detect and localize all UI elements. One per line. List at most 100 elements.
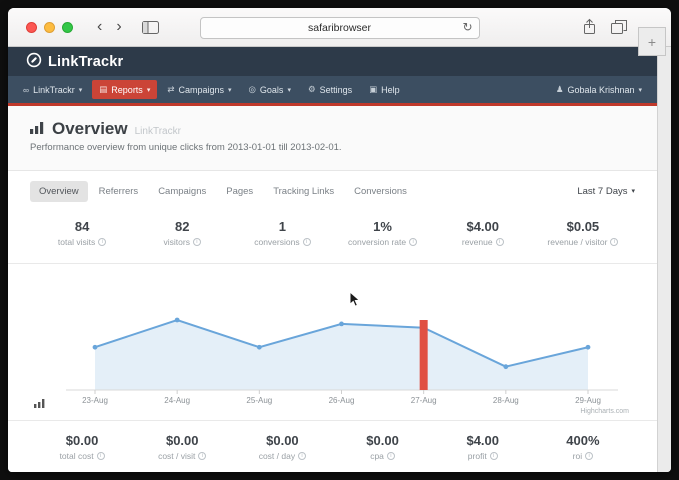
screenshot-frame: ‹ › safaribrowser ↻ + [0,0,679,480]
info-icon[interactable]: i [98,238,106,246]
window-controls [26,22,73,33]
stat-value: $0.00 [132,433,232,448]
date-range-label: Last 7 Days [577,186,627,197]
info-icon[interactable]: i [97,452,105,460]
nav-item-linktrackr[interactable]: ∞ LinkTrackr ▾ [16,81,89,99]
sidebar-toggle-icon[interactable] [142,21,159,34]
chevron-down-icon: ▾ [638,86,642,94]
close-window-button[interactable] [26,22,37,33]
stat-value: 82 [132,219,232,234]
stat-label: cost / day [259,451,295,461]
stat-label: roi [573,451,582,461]
stat-total-visits: 84 total visitsi [32,219,132,263]
stat-label: revenue / visitor [547,237,607,247]
stat-value: 1% [332,219,432,234]
x-axis-label: 26-Aug [329,396,355,405]
x-axis-label: 25-Aug [246,396,272,405]
stat-label: profit [468,451,487,461]
url-text: safaribrowser [308,22,371,34]
brand-text: LinkTrackr [48,54,123,70]
main-nav: ∞ LinkTrackr ▾ ▤ Reports ▾ ⇄ Campaigns ▾ [8,76,657,103]
tab-pages[interactable]: Pages [217,181,262,202]
nav-item-goals[interactable]: ◎ Goals ▾ [242,80,298,99]
back-button[interactable]: ‹ [97,19,102,35]
stat-value: $0.00 [232,433,332,448]
linktrackr-logo-icon [26,52,42,72]
campaigns-icon: ⇄ [167,84,174,95]
stat-value: 1 [232,219,332,234]
info-icon[interactable]: i [387,452,395,460]
browser-toolbar: ‹ › safaribrowser ↻ + [8,8,671,47]
stat-roi: 400% roii [533,433,633,472]
info-icon[interactable]: i [409,238,417,246]
tab-tracking-links[interactable]: Tracking Links [264,181,343,202]
stat-revenue-visitor: $0.05 revenue / visitori [533,219,633,263]
brand[interactable]: LinkTrackr [26,52,123,72]
page-title-suffix: LinkTrackr [135,126,181,137]
tab-conversions[interactable]: Conversions [345,181,416,202]
info-icon[interactable]: i [298,452,306,460]
stat-value: $0.05 [533,219,633,234]
chart-point [175,318,180,323]
web-page: LinkTrackr ∞ LinkTrackr ▾ ▤ Reports ▾ [8,47,657,472]
tab-overview[interactable]: Overview [30,181,88,202]
stat-value: 84 [32,219,132,234]
stat-total-cost: $0.00 total costi [32,433,132,472]
x-axis-label: 28-Aug [493,396,519,405]
nav-item-campaigns[interactable]: ⇄ Campaigns ▾ [160,80,238,99]
tab-campaigns[interactable]: Campaigns [149,181,215,202]
info-icon[interactable]: i [193,238,201,246]
browser-window: ‹ › safaribrowser ↻ + [8,8,671,472]
stat-value: $4.00 [433,219,533,234]
info-icon[interactable]: i [303,238,311,246]
mouse-cursor [349,291,361,313]
nav-label: Goals [260,85,284,95]
chart-menu-icon[interactable] [34,395,45,413]
stat-value: 400% [533,433,633,448]
page-title: Overview [52,119,128,139]
chevron-down-icon: ▾ [79,86,83,94]
stat-conversion-rate: 1% conversion ratei [332,219,432,263]
info-icon[interactable]: i [496,238,504,246]
user-name: Gobala Krishnan [567,85,634,95]
x-axis-label: 27-Aug [411,396,437,405]
minimize-window-button[interactable] [44,22,55,33]
nav-item-reports[interactable]: ▤ Reports ▾ [92,80,157,99]
stat-label: cost / visit [158,451,195,461]
report-tabs: Overview Referrers Campaigns Pages Track… [8,171,657,211]
link-icon: ∞ [23,85,29,95]
user-menu[interactable]: ♟ Gobala Krishnan ▾ [549,80,649,99]
share-icon[interactable] [582,18,597,40]
x-axis-label: 23-Aug [82,396,108,405]
bar-chart-icon [30,121,45,139]
scrollbar-gutter[interactable] [657,47,671,472]
address-bar[interactable]: safaribrowser ↻ [200,17,480,39]
chart-point [586,345,591,350]
nav-item-settings[interactable]: ⚙ Settings [301,80,359,99]
chart-point [93,345,98,350]
page-header: Overview LinkTrackr Performance overview… [8,106,657,171]
stat-label: total cost [60,451,94,461]
tab-overview-icon[interactable] [611,20,627,39]
chart-credit[interactable]: Highcharts.com [580,408,629,415]
stat-conversions: 1 conversions i [232,219,332,263]
new-tab-button[interactable]: + [638,27,666,56]
info-icon[interactable]: i [585,452,593,460]
info-icon[interactable]: i [610,238,618,246]
zoom-window-button[interactable] [62,22,73,33]
chart-area-fill [95,320,588,390]
nav-label: Settings [320,85,353,95]
forward-button[interactable]: › [116,19,121,35]
stat-label: conversion rate [348,237,406,247]
visits-chart: 23-Aug24-Aug25-Aug26-Aug27-Aug28-Aug29-A… [8,263,657,421]
reload-icon[interactable]: ↻ [462,20,472,34]
stat-value: $4.00 [433,433,533,448]
date-range-picker[interactable]: Last 7 Days ▾ [577,186,635,197]
nav-item-help[interactable]: ▣ Help [362,80,407,99]
stat-value: $0.00 [332,433,432,448]
stat-label: conversions [254,237,299,247]
info-icon[interactable]: i [490,452,498,460]
stat-cpa: $0.00 cpai [332,433,432,472]
info-icon[interactable]: i [198,452,206,460]
tab-referrers[interactable]: Referrers [90,181,148,202]
